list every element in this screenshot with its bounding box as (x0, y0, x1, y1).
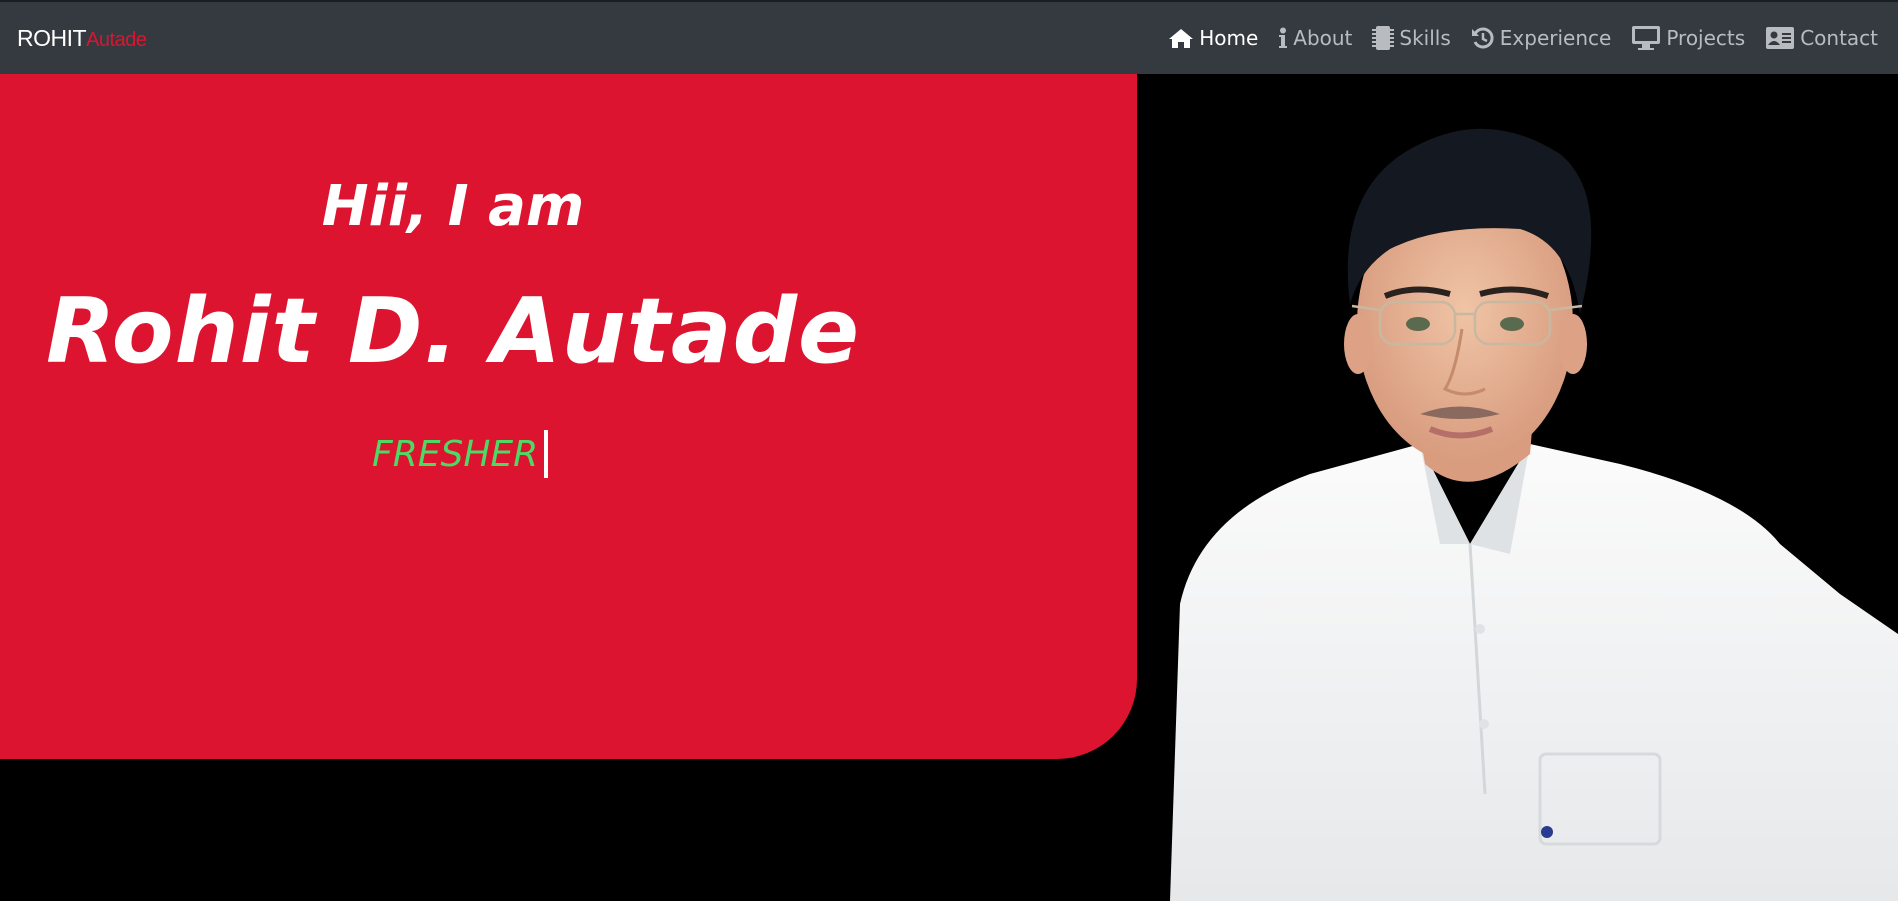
typed-role: FRESHER (372, 430, 549, 478)
nav-home[interactable]: Home (1168, 26, 1258, 50)
nav-home-label: Home (1199, 26, 1259, 50)
nav-about-label: About (1293, 26, 1353, 50)
typing-cursor (544, 430, 549, 478)
brand-logo[interactable]: ROHITAutade (17, 24, 147, 52)
profile-photo (1140, 74, 1898, 901)
id-card-icon (1765, 26, 1795, 50)
nav-contact-label: Contact (1800, 26, 1878, 50)
nav-contact[interactable]: Contact (1765, 26, 1878, 50)
hero-greeting: Hii, I am (321, 174, 585, 239)
info-icon (1278, 27, 1288, 49)
nav-experience[interactable]: Experience (1471, 26, 1612, 50)
desktop-icon (1631, 25, 1661, 51)
history-icon (1471, 26, 1495, 50)
chip-icon (1372, 25, 1395, 51)
navbar: ROHITAutade Home About Skills Experience (0, 0, 1898, 74)
nav-projects[interactable]: Projects (1631, 25, 1745, 51)
nav-projects-label: Projects (1666, 26, 1746, 50)
hero-panel: Hii, I am Rohit D. Autade FRESHER (0, 74, 1137, 759)
home-icon (1168, 27, 1194, 49)
nav-menu: Home About Skills Experience Projects Co… (1168, 25, 1878, 51)
nav-experience-label: Experience (1499, 26, 1612, 50)
hero-name: Rohit D. Autade (45, 279, 861, 384)
brand-first: ROHIT (17, 24, 87, 51)
nav-about[interactable]: About (1278, 26, 1352, 50)
nav-skills-label: Skills (1399, 26, 1451, 50)
nav-skills[interactable]: Skills (1372, 25, 1451, 51)
hero-role: FRESHER (372, 433, 539, 475)
brand-last: Autade (86, 28, 147, 51)
